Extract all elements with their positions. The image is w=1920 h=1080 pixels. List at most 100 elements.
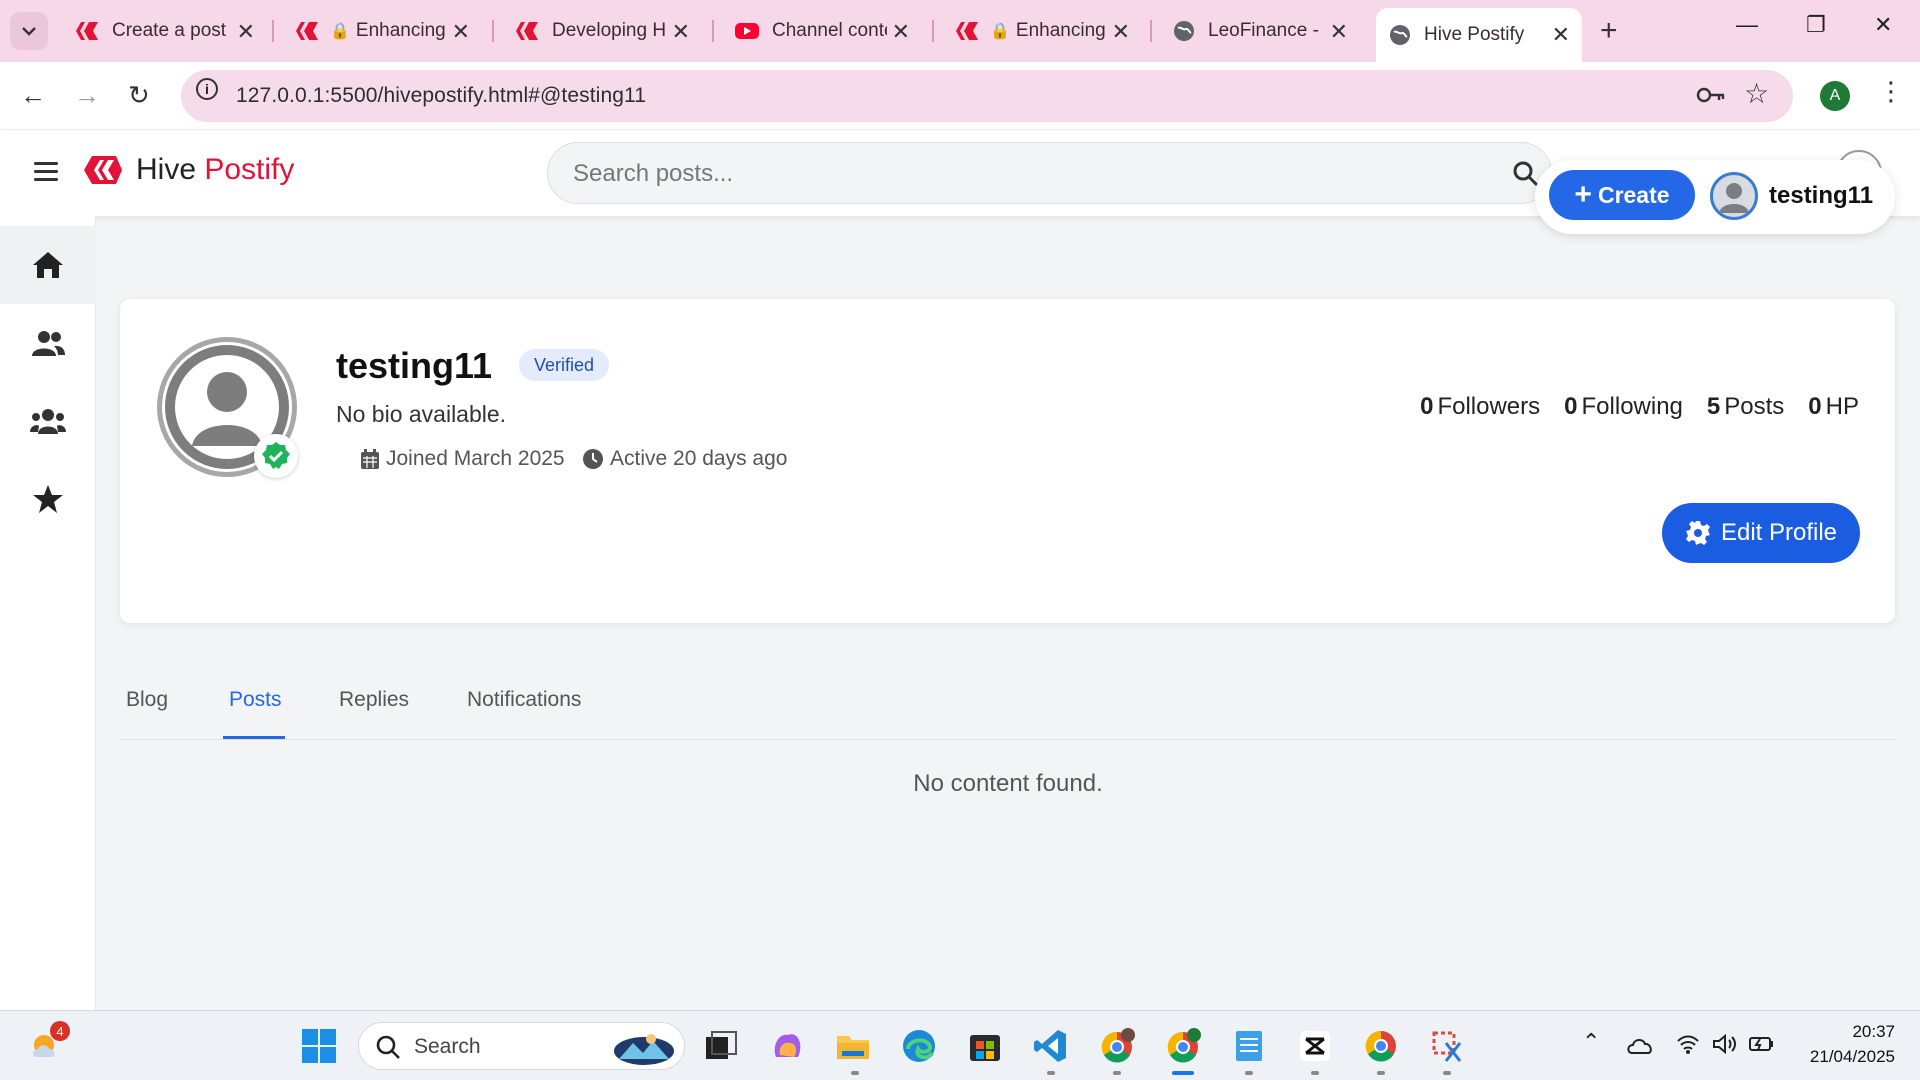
tab-posts[interactable]: Posts [229,688,282,712]
joined-date: Joined March 2025 [360,447,565,471]
hive-icon [956,22,978,40]
stat-followers[interactable]: 0 Followers [1420,393,1540,421]
browser-tab[interactable]: 🔒 Enhancing ✕ [282,10,482,52]
browser-tab[interactable]: LeoFinance - I ✕ [1160,10,1360,52]
running-indicator [1245,1071,1253,1075]
close-tab-icon[interactable]: ✕ [237,19,255,45]
taskbar-search[interactable]: Search [358,1022,685,1070]
home-icon [33,252,63,278]
edge-icon[interactable] [900,1027,938,1065]
clock-date: 21/04/2025 [1809,1047,1895,1066]
vscode-icon[interactable] [1032,1027,1070,1065]
running-indicator [1311,1071,1319,1075]
sidebar-item-home[interactable] [0,226,96,304]
lock-icon: 🔒 [330,23,350,40]
browser-tab[interactable]: Create a post ✕ [62,10,267,52]
profile-stats: 0 Followers 0 Following 5 Posts 0 HP [1396,393,1859,421]
browser-tab[interactable]: 🔒 Enhancing ✕ [942,10,1142,52]
close-tab-icon[interactable]: ✕ [672,19,690,45]
close-tab-icon[interactable]: ✕ [892,19,910,45]
tab-notifications[interactable]: Notifications [467,688,581,712]
tab-separator [932,20,934,42]
sidebar-item-following[interactable] [0,304,96,382]
tab-blog[interactable]: Blog [126,688,168,712]
tab-title: Channel conte [772,20,887,41]
volume-icon[interactable] [1712,1033,1738,1055]
copilot-icon[interactable] [768,1027,806,1065]
stat-posts[interactable]: 5 Posts [1707,393,1784,421]
show-hidden-icons-icon[interactable]: ⌃ [1582,1029,1600,1055]
browser-profile-avatar[interactable]: A [1820,81,1850,111]
key-icon[interactable] [1696,84,1726,106]
windows-start-icon[interactable] [300,1027,338,1065]
weather-widget[interactable]: 4 [28,1021,70,1070]
minimize-icon[interactable]: — [1736,12,1758,38]
avatar[interactable] [1710,172,1758,220]
onedrive-icon[interactable] [1626,1035,1654,1055]
running-indicator [1113,1071,1121,1075]
url-field[interactable]: 127.0.0.1:5500/hivepostify.html#@testing… [181,70,1793,122]
tab-replies[interactable]: Replies [339,688,409,712]
restore-icon[interactable]: ❐ [1806,12,1826,38]
app-logo[interactable]: Hive Postify [80,152,294,188]
sidebar-item-communities[interactable] [0,382,96,460]
tab-title: LeoFinance - I [1208,20,1323,41]
bookmark-star-icon[interactable]: ☆ [1744,77,1769,110]
browser-tab-active[interactable]: Hive Postify ✕ [1376,8,1582,62]
snipping-tool-icon[interactable] [1428,1027,1466,1065]
header-username[interactable]: testing11 [1769,182,1873,210]
task-view-icon[interactable] [702,1027,740,1065]
battery-icon[interactable] [1748,1033,1774,1055]
search-box[interactable]: Search posts... [547,142,1552,204]
close-tab-icon[interactable]: ✕ [452,19,470,45]
tab-separator [492,20,494,42]
chrome-profile-icon[interactable] [1098,1027,1136,1065]
reload-icon[interactable]: ↻ [128,80,150,111]
wifi-icon[interactable] [1676,1033,1700,1055]
url-text: 127.0.0.1:5500/hivepostify.html#@testing… [236,84,646,107]
chrome-active-icon[interactable] [1164,1027,1202,1065]
users-icon [32,331,65,356]
browser-tab-bar: Create a post ✕ 🔒 Enhancing ✕ Developing… [0,0,1920,62]
running-indicator [1047,1071,1055,1075]
close-window-icon[interactable]: ✕ [1874,12,1892,38]
lock-icon: 🔒 [990,23,1010,40]
capcut-icon[interactable] [1296,1027,1334,1065]
new-tab-button[interactable]: + [1600,14,1618,48]
address-bar: ← → ↻ 127.0.0.1:5500/hivepostify.html#@t… [0,62,1920,130]
chrome-icon[interactable] [1362,1027,1400,1065]
plus-icon: + [1574,178,1592,211]
file-explorer-icon[interactable] [834,1027,872,1065]
tab-title: Enhancing [1015,20,1106,41]
close-tab-icon[interactable]: ✕ [1112,19,1130,45]
empty-state-message: No content found. [913,770,1103,797]
back-icon[interactable]: ← [20,80,46,111]
sidebar-item-favorites[interactable] [0,460,96,538]
menu-icon[interactable] [34,162,58,182]
browser-tab[interactable]: Developing Hi ✕ [502,10,702,52]
notepad-icon[interactable] [1230,1027,1268,1065]
search-input[interactable]: Search posts... [573,160,733,188]
tab-search-button[interactable] [10,12,48,50]
stat-following[interactable]: 0 Following [1564,393,1683,421]
group-icon [30,409,66,434]
close-tab-icon[interactable]: ✕ [1330,19,1348,45]
last-active: Active 20 days ago [582,447,787,471]
profile-username: testing11 [336,345,493,386]
store-icon[interactable] [966,1027,1004,1065]
edit-profile-button[interactable]: Edit Profile [1662,503,1860,563]
search-icon [376,1035,400,1059]
site-info-icon[interactable]: i [196,78,218,100]
clock-time: 20:37 [1852,1022,1895,1041]
more-menu-icon[interactable]: ⋮ [1878,76,1904,107]
profile-tabs: Blog Posts Replies Notifications [120,670,1895,740]
close-tab-icon[interactable]: ✕ [1552,22,1570,48]
active-indicator [1172,1071,1194,1075]
tab-title: Enhancing [355,20,446,41]
hive-logo-icon [84,156,122,184]
forward-icon[interactable]: → [74,80,100,111]
globe-icon [1174,21,1194,41]
create-button[interactable]: + Create [1549,170,1695,220]
system-clock[interactable]: 20:37 21/04/2025 [1810,1019,1895,1069]
browser-tab[interactable]: Channel conte ✕ [722,10,922,52]
